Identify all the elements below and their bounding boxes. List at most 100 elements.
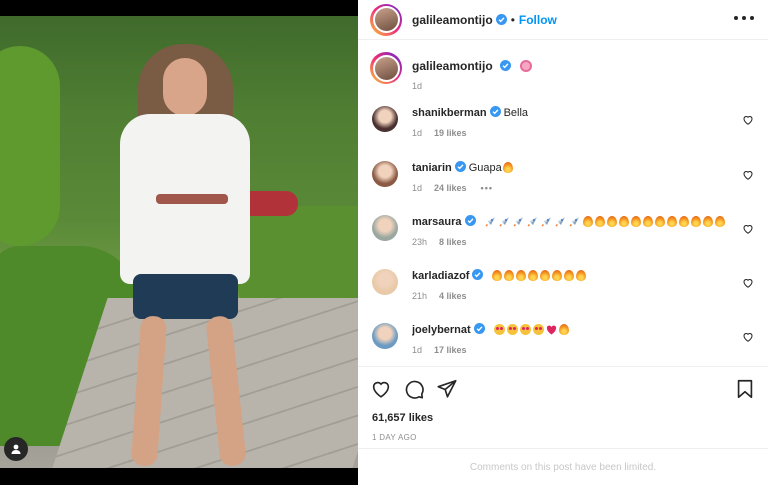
commenter-username[interactable]: taniarin	[412, 162, 452, 174]
red-heart-emoji-icon	[546, 325, 557, 335]
commenter-avatar[interactable]	[372, 323, 398, 349]
comment-row: taniarin Guapa 1d 24 likes •••	[372, 161, 762, 211]
star-struck-emoji-icon	[519, 324, 531, 335]
comment-meta: 23h 8 likes	[412, 237, 762, 247]
star-struck-emoji-icon	[532, 324, 544, 335]
person-leg	[130, 315, 168, 467]
comment-row: karladiazof 21h 4 likes	[372, 269, 762, 319]
post-timestamp: 1 DAY AGO	[372, 433, 417, 442]
comment-text: Bella	[503, 107, 529, 119]
rocket-emoji-icon	[527, 216, 538, 227]
comment-time: 23h	[412, 237, 428, 247]
fire-emoji-icon	[552, 270, 563, 281]
comment-time: 1d	[412, 183, 423, 193]
fire-emoji-icon	[618, 216, 629, 227]
commenter-avatar[interactable]	[372, 215, 398, 241]
fire-emoji-icon	[528, 270, 539, 281]
comment-likes[interactable]: 4 likes	[439, 291, 467, 301]
fire-emoji-icon	[702, 216, 713, 227]
comment-like-heart-icon[interactable]	[742, 223, 754, 235]
comment-emojis	[502, 162, 515, 174]
commenter-avatar[interactable]	[372, 269, 398, 295]
comment-emojis	[493, 324, 571, 336]
comment-meta: 21h 4 likes	[412, 291, 762, 301]
comment-likes[interactable]: 17 likes	[434, 345, 467, 355]
photo-image	[0, 16, 358, 468]
fire-emoji-icon	[576, 270, 587, 281]
fire-emoji-icon	[690, 216, 701, 227]
share-icon[interactable]	[436, 378, 458, 400]
save-bookmark-icon[interactable]	[734, 378, 756, 400]
comment-likes[interactable]: 24 likes	[434, 183, 467, 193]
verified-badge-icon	[454, 161, 466, 172]
caption-username[interactable]: galileamontijo	[412, 59, 493, 73]
comments-limited-bar: Comments on this post have been limited.	[358, 448, 768, 485]
post-photo[interactable]	[0, 0, 358, 485]
verified-badge-icon	[472, 269, 484, 280]
comment-text: Guapa	[468, 162, 502, 174]
verified-badge-icon	[464, 215, 476, 226]
comment-like-heart-icon[interactable]	[742, 114, 754, 126]
rocket-emoji-icon	[541, 216, 552, 227]
commenter-avatar[interactable]	[372, 106, 398, 132]
rocket-emoji-icon	[485, 216, 496, 227]
fire-emoji-icon	[606, 216, 617, 227]
comment-likes[interactable]: 8 likes	[439, 237, 467, 247]
like-heart-icon[interactable]	[370, 378, 392, 400]
comment-line: taniarin Guapa	[412, 161, 762, 175]
comment-icon[interactable]	[403, 378, 425, 400]
comment-line: marsaura	[412, 215, 762, 229]
photo-shrub	[0, 46, 60, 246]
fire-emoji-icon	[558, 324, 569, 335]
fire-emoji-icon	[630, 216, 641, 227]
comment-time: 1d	[412, 128, 423, 138]
fire-emoji-icon	[492, 270, 503, 281]
photo-person	[118, 44, 253, 468]
comment-meta: 1d 24 likes •••	[412, 183, 762, 193]
commenter-username[interactable]: shanikberman	[412, 107, 487, 119]
rocket-emoji-icon	[569, 216, 580, 227]
caption-avatar[interactable]	[370, 52, 402, 84]
comment-row: shanikberman Bella 1d 19 likes	[372, 106, 762, 156]
comment-meta: 1d 19 likes	[412, 128, 762, 138]
comment-row: marsaura 23h 8 likes	[372, 215, 762, 265]
verified-badge-icon	[489, 106, 501, 117]
action-bar	[358, 366, 768, 411]
commenter-username[interactable]: joelybernat	[412, 324, 471, 336]
caption-time: 1d	[412, 81, 423, 91]
author-avatar[interactable]	[370, 3, 402, 36]
person-face	[163, 58, 207, 116]
fire-emoji-icon	[540, 270, 551, 281]
verified-badge-icon	[495, 14, 507, 25]
rocket-emoji-icon	[555, 216, 566, 227]
commenter-avatar[interactable]	[372, 161, 398, 187]
more-options-icon[interactable]	[734, 10, 754, 26]
commenter-username[interactable]: marsaura	[412, 216, 462, 228]
fire-emoji-icon	[582, 216, 593, 227]
comment-like-heart-icon[interactable]	[742, 277, 754, 289]
comment-like-heart-icon[interactable]	[742, 331, 754, 343]
post-caption: galileamontijo 1d	[370, 52, 532, 91]
fire-emoji-icon	[516, 270, 527, 281]
star-struck-emoji-icon	[506, 324, 518, 335]
fire-emoji-icon	[564, 270, 575, 281]
star-struck-emoji-icon	[493, 324, 505, 335]
likes-count[interactable]: 61,657 likes	[372, 412, 433, 424]
comment-time: 21h	[412, 291, 428, 301]
comment-like-heart-icon[interactable]	[742, 169, 754, 181]
fire-emoji-icon	[504, 270, 515, 281]
follow-button[interactable]: Follow	[519, 13, 557, 27]
comments-limited-text: Comments on this post have been limited.	[469, 461, 657, 473]
person-belt	[156, 194, 228, 204]
comment-likes[interactable]: 19 likes	[434, 128, 467, 138]
post-header: galileamontijo • Follow	[358, 0, 768, 40]
flower-emoji-icon	[519, 60, 532, 72]
rocket-emoji-icon	[499, 216, 510, 227]
commenter-username[interactable]: karladiazof	[412, 270, 469, 282]
author-username[interactable]: galileamontijo	[412, 13, 493, 27]
tagged-user-icon[interactable]	[4, 437, 28, 461]
fire-emoji-icon	[678, 216, 689, 227]
comment-options-icon[interactable]: •••	[481, 183, 493, 193]
fire-emoji-icon	[642, 216, 653, 227]
comment-emojis	[485, 216, 727, 228]
